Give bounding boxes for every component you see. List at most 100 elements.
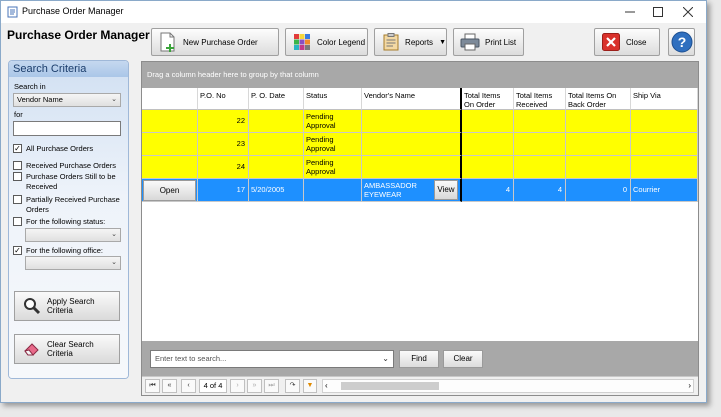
column-header-received[interactable]: Total Items Received — [514, 88, 566, 110]
po-manager-window: Purchase Order Manager Purchase Order Ma… — [0, 0, 707, 403]
chevron-down-icon: ⌄ — [111, 96, 117, 103]
back-order-cell — [566, 133, 631, 156]
po-date-cell — [249, 156, 304, 179]
column-header-po-no[interactable]: P.O. No — [198, 88, 249, 110]
row-action-cell: Open — [142, 179, 198, 202]
chevron-down-icon: ⌄ — [111, 259, 117, 266]
find-button[interactable]: Find — [399, 350, 439, 368]
status-select[interactable]: ⌄ — [25, 228, 121, 242]
all-purchase-orders-checkbox[interactable]: ✓ — [13, 144, 22, 153]
last-record-icon[interactable]: ⏭ — [264, 379, 279, 393]
search-criteria-panel: Search Criteria Search in Vendor Name ⌄ … — [8, 60, 129, 379]
app-icon — [7, 6, 18, 18]
purchase-order-grid: P.O. No P. O. Date Status Vendor's Name … — [142, 88, 698, 341]
help-button[interactable]: ? — [668, 28, 695, 56]
color-palette-icon — [292, 32, 312, 52]
chevron-down-icon[interactable]: ⌄ — [382, 351, 389, 367]
received-purchase-orders-label: Received Purchase Orders — [26, 161, 117, 170]
column-header-vendor[interactable]: Vendor's Name — [362, 88, 462, 110]
close-label: Close — [626, 37, 647, 47]
row-action-cell — [142, 110, 198, 133]
new-purchase-order-button[interactable]: New Purchase Order — [151, 28, 279, 56]
horizontal-scrollbar[interactable]: ‹ › — [322, 379, 694, 393]
column-header-ship-via[interactable]: Ship Via — [631, 88, 698, 110]
vendor-cell — [362, 156, 462, 179]
new-purchase-order-label: New Purchase Order — [183, 37, 258, 47]
grid-search-input[interactable]: Enter text to search... ⌄ — [150, 350, 394, 368]
apply-search-criteria-label: Apply Search Criteria — [47, 297, 95, 315]
column-header-action[interactable] — [142, 88, 198, 110]
dropdown-arrow-icon: ▼ — [439, 38, 446, 46]
status-filter-checkbox[interactable] — [13, 217, 22, 226]
on-order-cell — [462, 133, 514, 156]
clipboard-icon — [381, 32, 400, 52]
reports-label: Reports — [405, 37, 434, 47]
vendor-name: AMBASSADOR EYEWEAR — [364, 181, 417, 199]
open-po-button[interactable]: Open — [143, 180, 196, 201]
color-legend-button[interactable]: Color Legend — [285, 28, 368, 56]
still-to-be-received-checkbox[interactable] — [13, 172, 22, 181]
ship-via-cell — [631, 156, 698, 179]
refresh-icon[interactable]: ↷ — [285, 379, 300, 393]
printer-icon — [460, 32, 480, 52]
clear-button[interactable]: Clear — [443, 350, 483, 368]
partially-received-checkbox[interactable] — [13, 195, 22, 204]
po-date-cell — [249, 133, 304, 156]
back-order-cell — [566, 156, 631, 179]
received-purchase-orders-checkbox[interactable] — [13, 161, 22, 170]
apply-search-criteria-button[interactable]: Apply Search Criteria — [14, 291, 120, 321]
table-row[interactable]: 23 Pending Approval — [142, 133, 698, 156]
office-filter-checkbox[interactable]: ✓ — [13, 246, 22, 255]
search-in-select[interactable]: Vendor Name ⌄ — [13, 93, 121, 107]
close-window-button[interactable] — [674, 1, 702, 23]
maximize-button[interactable] — [644, 1, 672, 23]
column-header-status[interactable]: Status — [304, 88, 362, 110]
status-filter-label: For the following status: — [26, 217, 106, 226]
ship-via-cell — [631, 110, 698, 133]
first-record-icon[interactable]: ⏮ — [145, 379, 160, 393]
new-document-icon — [158, 32, 178, 52]
column-header-back-order[interactable]: Total Items On Back Order — [566, 88, 631, 110]
help-icon: ? — [671, 31, 692, 53]
table-row-selected[interactable]: Open 17 5/20/2005 AMBASSADOR EYEWEAR Vie… — [142, 179, 698, 202]
scroll-left-icon[interactable]: ‹ — [325, 380, 328, 392]
minimize-button[interactable] — [616, 1, 644, 23]
close-button[interactable]: Close — [594, 28, 660, 56]
status-cell — [304, 179, 362, 202]
status-cell: Pending Approval — [304, 133, 362, 156]
received-cell: 4 — [514, 179, 566, 202]
po-no-cell: 23 — [198, 133, 249, 156]
search-criteria-title: Search Criteria — [9, 61, 128, 77]
clear-search-criteria-label: Clear Search Criteria — [47, 340, 94, 358]
scroll-right-icon[interactable]: › — [688, 380, 691, 392]
column-header-po-date[interactable]: P. O. Date — [249, 88, 304, 110]
filter-icon[interactable]: ▼ — [303, 379, 317, 393]
search-in-label: Search in — [14, 82, 46, 91]
on-order-cell: 4 — [462, 179, 514, 202]
received-cell — [514, 133, 566, 156]
office-select[interactable]: ⌄ — [25, 256, 121, 270]
record-navigator: ⏮ « ‹ 4 of 4 › » ⏭ ↷ ▼ ‹ › — [142, 376, 698, 395]
clear-search-criteria-button[interactable]: Clear Search Criteria — [14, 334, 120, 364]
maximize-icon — [653, 7, 663, 17]
view-vendor-button[interactable]: View — [434, 180, 458, 200]
scrollbar-thumb[interactable] — [341, 382, 439, 390]
next-page-icon[interactable]: » — [247, 379, 262, 393]
po-no-cell: 22 — [198, 110, 249, 133]
previous-record-icon[interactable]: ‹ — [181, 379, 196, 393]
vendor-cell — [362, 133, 462, 156]
table-row[interactable]: 24 Pending Approval — [142, 156, 698, 179]
next-record-icon[interactable]: › — [230, 379, 245, 393]
received-cell — [514, 110, 566, 133]
reports-dropdown-button[interactable]: Reports ▼ — [374, 28, 447, 56]
previous-page-icon[interactable]: « — [162, 379, 177, 393]
for-input[interactable] — [13, 121, 121, 136]
back-order-cell — [566, 110, 631, 133]
print-list-button[interactable]: Print List — [453, 28, 524, 56]
eraser-icon — [23, 340, 41, 358]
column-header-on-order[interactable]: Total Items On Order — [462, 88, 514, 110]
window-title: Purchase Order Manager — [22, 6, 124, 16]
grid-search-placeholder: Enter text to search... — [155, 354, 227, 363]
on-order-cell — [462, 110, 514, 133]
table-row[interactable]: 22 Pending Approval — [142, 110, 698, 133]
